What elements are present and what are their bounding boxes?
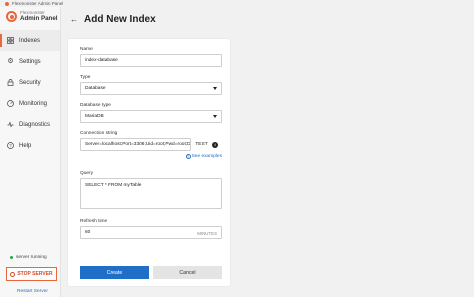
form-actions: Create Cancel (80, 266, 222, 279)
chevron-down-icon (213, 87, 217, 90)
brand-name: Admin Panel (20, 14, 58, 22)
flexmonster-logo-icon (6, 11, 17, 22)
database-type-select[interactable]: MariaDB (80, 110, 222, 123)
stop-server-button[interactable]: STOP SERVER (6, 267, 57, 281)
sidebar-item-label: Diagnostics (19, 121, 51, 128)
sidebar-item-diagnostics[interactable]: Diagnostics (0, 114, 60, 135)
add-index-form: Name index-database Type Database Databa… (68, 39, 230, 286)
query-textarea[interactable]: SELECT * FROM myTable (80, 178, 222, 209)
create-button[interactable]: Create (80, 266, 149, 279)
svg-text:?: ? (9, 143, 12, 148)
sidebar-item-label: Settings (19, 58, 41, 65)
sidebar-item-help[interactable]: ? Help (0, 135, 60, 156)
page-title: Add New Index (84, 13, 156, 25)
refresh-time-value: 60 (85, 230, 91, 235)
sidebar-item-label: Help (19, 142, 32, 149)
help-icon: ? (7, 142, 14, 149)
sidebar-item-label: Indexes (19, 37, 41, 44)
server-status: server running (0, 255, 61, 260)
chevron-down-icon (213, 115, 217, 118)
connection-string-field-group: Connection string Server=localhost;Port=… (80, 131, 222, 159)
sidebar-item-label: Monitoring (19, 100, 48, 107)
database-type-field-group: Database type MariaDB (80, 103, 222, 123)
type-select[interactable]: Database (80, 82, 222, 95)
lock-icon (7, 79, 14, 86)
back-arrow-icon[interactable]: ← (70, 15, 78, 24)
type-field-group: Type Database (80, 75, 222, 95)
name-label: Name (80, 47, 93, 52)
see-examples-link[interactable]: ? See examples (80, 154, 222, 159)
sidebar-item-monitoring[interactable]: Monitoring (0, 93, 60, 114)
cancel-button[interactable]: Cancel (153, 266, 222, 279)
sidebar-item-label: Security (19, 79, 41, 86)
type-select-value: Database (85, 86, 106, 91)
stop-server-label: STOP SERVER (17, 271, 53, 277)
name-field-group: Name index-database (80, 47, 222, 67)
minutes-unit: MINUTES (197, 231, 217, 236)
restart-server-link[interactable]: Restart Server (0, 289, 61, 294)
page-header: ← Add New Index (62, 7, 474, 31)
question-icon: ? (185, 154, 191, 159)
name-input[interactable]: index-database (80, 54, 222, 67)
refresh-time-input[interactable]: 60 MINUTES (80, 226, 222, 239)
sidebar-item-security[interactable]: Security (0, 72, 60, 93)
connection-string-label: Connection string (80, 131, 118, 136)
sidebar-item-settings[interactable]: ⚙ Settings (0, 51, 60, 72)
window-title: Flexmonster Admin Panel (12, 1, 64, 6)
monitoring-icon (7, 100, 14, 107)
query-label: Query (80, 171, 94, 176)
sidebar-nav: Indexes ⚙ Settings Security Monitoring D… (0, 30, 60, 156)
indexes-icon (7, 37, 14, 44)
test-connection-button[interactable]: TEST (194, 142, 209, 147)
database-type-label: Database type (80, 103, 111, 108)
info-icon[interactable]: i (212, 141, 218, 148)
app-icon (5, 1, 9, 6)
type-label: Type (80, 75, 91, 80)
refresh-time-field-group: Refresh time 60 MINUTES (80, 219, 222, 239)
title-bar: Flexmonster Admin Panel (0, 0, 474, 7)
query-field-group: Query SELECT * FROM myTable (80, 171, 222, 209)
refresh-time-label: Refresh time (80, 219, 108, 224)
gear-icon: ⚙ (7, 58, 14, 65)
server-status-text: server running (16, 255, 47, 260)
brand: Flexmonster Admin Panel (0, 7, 60, 22)
database-type-select-value: MariaDB (85, 114, 104, 119)
see-examples-label: See examples (191, 154, 222, 159)
diagnostics-icon (7, 121, 14, 128)
stop-icon (10, 271, 16, 277)
status-dot-icon (10, 256, 13, 259)
sidebar: Flexmonster Admin Panel Indexes ⚙ Settin… (0, 7, 61, 297)
sidebar-item-indexes[interactable]: Indexes (0, 30, 60, 51)
main-content: ← Add New Index Name index-database Type… (62, 7, 474, 297)
connection-string-input[interactable]: Server=localhost;Port=3306;Uid=root;Pwd=… (80, 138, 191, 151)
